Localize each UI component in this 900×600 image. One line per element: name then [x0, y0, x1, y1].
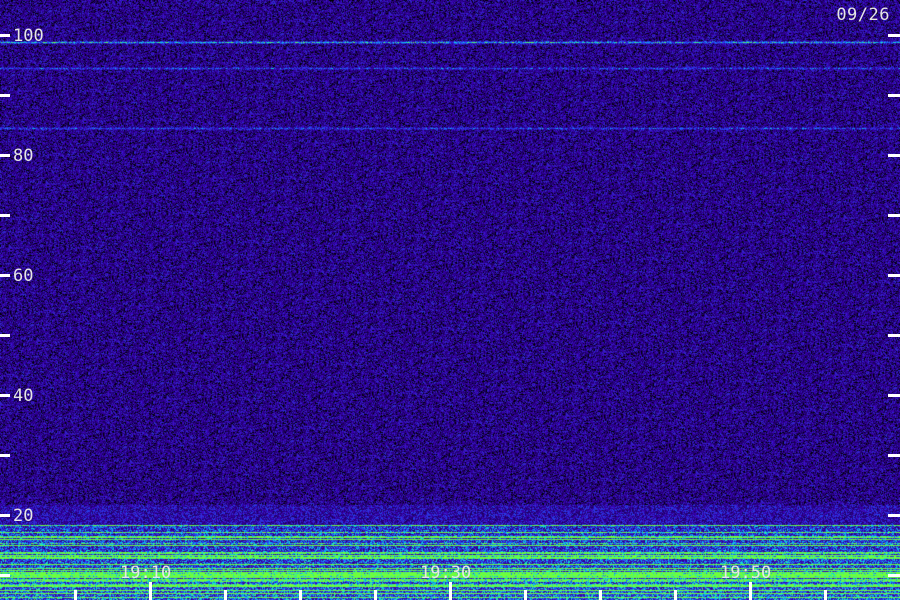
- y-tick-label: 80: [13, 146, 33, 166]
- y-tick-right: [888, 94, 900, 97]
- y-tick-left: [0, 214, 10, 217]
- y-tick-right: [888, 574, 900, 577]
- x-tick: [299, 590, 302, 600]
- y-tick-left: [0, 394, 10, 397]
- y-tick-left: [0, 514, 10, 517]
- x-tick: [599, 590, 602, 600]
- x-tick: [524, 590, 527, 600]
- y-tick-right: [888, 334, 900, 337]
- y-tick-left: [0, 274, 10, 277]
- y-tick-label: 20: [13, 506, 33, 526]
- x-tick: [74, 590, 77, 600]
- x-tick: [749, 582, 752, 600]
- y-tick-left: [0, 34, 10, 37]
- y-tick-right: [888, 34, 900, 37]
- x-tick: [824, 590, 827, 600]
- axis-overlay: 20 40 60 80 100 19:10 19:30 19:50: [0, 26, 900, 600]
- x-tick: [449, 582, 452, 600]
- y-tick-left: [0, 574, 10, 577]
- y-tick-left: [0, 154, 10, 157]
- y-tick-label: 60: [13, 266, 33, 286]
- x-axis-ticks: 19:10 19:30 19:50: [74, 563, 827, 600]
- x-tick: [374, 590, 377, 600]
- y-axis-ticks: 20 40 60 80 100: [0, 26, 900, 577]
- y-tick-right: [888, 514, 900, 517]
- x-tick: [224, 590, 227, 600]
- y-tick-label: 40: [13, 386, 33, 406]
- y-tick-right: [888, 454, 900, 457]
- y-tick-right: [888, 154, 900, 157]
- x-tick: [149, 582, 152, 600]
- y-tick-right: [888, 214, 900, 217]
- y-tick-left: [0, 454, 10, 457]
- y-tick-right: [888, 394, 900, 397]
- date-label: 09/26: [836, 5, 890, 25]
- x-tick: [674, 590, 677, 600]
- x-tick-label: 19:10: [120, 563, 171, 583]
- y-tick-label: 100: [13, 26, 44, 46]
- y-tick-right: [888, 274, 900, 277]
- y-tick-left: [0, 94, 10, 97]
- x-tick-label: 19:50: [720, 563, 771, 583]
- y-tick-left: [0, 334, 10, 337]
- x-tick-label: 19:30: [420, 563, 471, 583]
